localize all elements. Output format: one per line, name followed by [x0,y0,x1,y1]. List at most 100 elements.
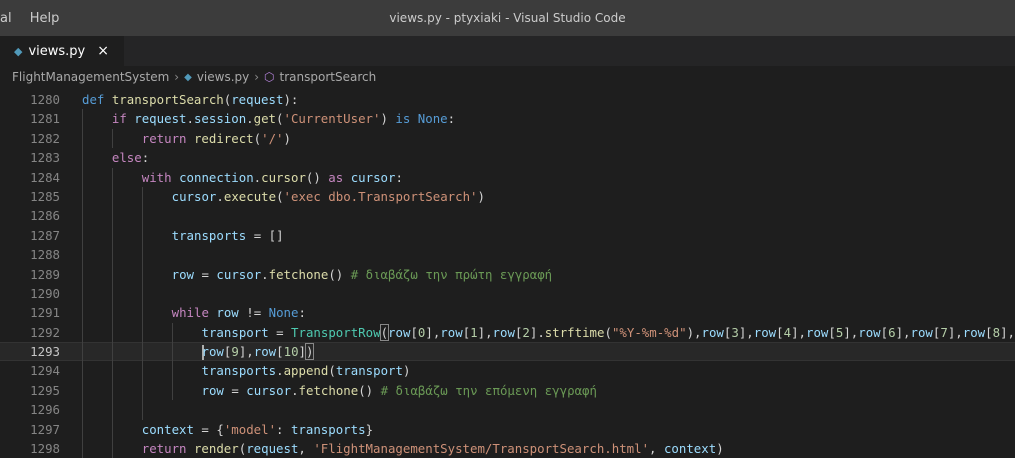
code-line[interactable]: 1292 transport = TransportRow(row[0],row[… [0,322,1015,343]
code-token: . [291,382,299,398]
code-text: context = {'model': transports} [142,420,373,439]
code-token: [ [276,344,284,360]
code-token: row [201,382,224,398]
code-token: if [111,111,135,127]
indent-guide [111,264,113,284]
function-symbol-icon: ⬡ [264,70,275,84]
code-line[interactable]: 1291 while row != None: [0,303,1015,323]
code-token: . [216,188,224,204]
code-token: : [276,421,291,437]
code-token: 6 [888,324,896,340]
code-token: 7 [940,324,948,340]
code-line[interactable]: 1288 [0,245,1015,265]
code-token: . [276,363,284,379]
line-number: 1280 [30,92,60,107]
code-token: ( [604,324,612,340]
indent-guide [111,245,113,265]
indent-guide [82,303,83,323]
code-token: cursor [261,169,306,185]
code-token: strftime [544,324,605,340]
code-line[interactable]: 1289 row = cursor.fetchone() # διαβάζω τη… [0,264,1015,284]
code-token: context [663,441,717,457]
indent-guide [82,361,83,381]
code-token: else [111,150,142,166]
code-token: row [962,324,986,340]
code-line[interactable]: 1282 return redirect('/') [0,128,1015,149]
indent-guide [111,206,113,226]
code-token: ( [276,111,284,127]
indent-guide [141,186,143,207]
close-tab-icon[interactable]: × [97,43,109,59]
code-text: return redirect('/') [142,129,291,148]
indent-guide [141,342,143,362]
code-token: } [365,421,374,437]
indent-guide [171,361,173,381]
indent-guide [111,283,113,304]
code-line[interactable]: 1298 return render(request, 'FlightManage… [0,439,1015,458]
indent-guide [141,245,143,265]
code-token: = [223,382,247,398]
indent-guide [82,206,83,226]
code-token: [ [828,324,836,340]
line-number: 1290 [30,285,60,301]
code-token: ) [380,111,396,127]
code-token: row [492,324,515,340]
code-token: redirect [193,130,254,146]
code-token: session [193,111,247,127]
breadcrumb-file[interactable]: views.py [197,70,249,84]
line-number: 1286 [30,208,60,224]
code-token: ], [1000,324,1015,340]
code-line[interactable]: 1286 [0,206,1015,226]
breadcrumb-folder[interactable]: FlightManagementSystem [12,70,169,84]
code-token: ) [283,130,291,146]
indent-guide [82,264,83,284]
tab-views-py[interactable]: ◆ views.py × [0,36,124,66]
tab-bar: ◆ views.py × [0,36,1015,66]
code-line[interactable]: 1281 if request.session.get('CurrentUser'… [0,109,1015,129]
code-editor[interactable]: 1280 def transportSearch(request): 1281 if … [0,90,1015,458]
indent-guide [171,322,173,343]
code-text: transport = TransportRow(row[0],row[1],r… [202,323,1015,342]
code-token: ], [425,324,441,340]
code-line[interactable]: 1280 def transportSearch(request): [0,90,1015,109]
code-token: ) [477,188,485,204]
code-token: = [194,266,217,282]
line-number: 1287 [30,227,60,243]
code-line[interactable]: 1297 context = {'model': transports} [0,419,1015,440]
code-token: ], [477,324,493,340]
code-token: request [231,92,284,107]
code-line[interactable]: 1295 row = cursor.fetchone() # διαβάζω τη… [0,380,1015,401]
code-token: TransportRow [291,324,381,340]
code-token: return [141,130,194,146]
code-token: row [216,305,239,321]
code-line[interactable]: 1290 [0,283,1015,304]
line-number: 1293 [30,344,60,360]
line-number: 1292 [30,324,60,340]
code-line[interactable]: 1284 with connection.cursor() as cursor: [0,167,1015,187]
code-line[interactable]: 1296 [0,400,1015,420]
code-line[interactable]: 1287 transports = [] [0,225,1015,246]
code-line[interactable]: 1285 cursor.execute('exec dbo.TransportSe… [0,186,1015,207]
code-token: render [193,441,239,457]
code-token: row [253,344,277,360]
code-token: ): [283,92,299,107]
code-token: row [388,324,411,340]
breadcrumb-symbol[interactable]: transportSearch [280,70,377,84]
indent-guide [111,186,113,207]
code-token: '/' [261,130,284,146]
code-token: : [298,305,306,321]
code-line[interactable]: 1293 row[9],row[10]) [0,342,1015,362]
code-token: fetchone [298,382,359,398]
indent-guide [141,225,143,246]
code-text: row = cursor.fetchone() # διαβάζω την επ… [202,381,597,400]
code-line[interactable]: 1294 transports.append(transport) [0,361,1015,381]
code-token: 'model' [223,421,277,437]
line-number: 1283 [30,150,60,166]
indent-guide [82,283,83,304]
code-token: [ [410,324,418,340]
code-token: [ [776,324,784,340]
code-line[interactable]: 1283 else: [0,148,1015,168]
code-token: transportSearch [111,92,224,107]
indent-guide [82,419,83,440]
code-token: ( [238,441,247,457]
